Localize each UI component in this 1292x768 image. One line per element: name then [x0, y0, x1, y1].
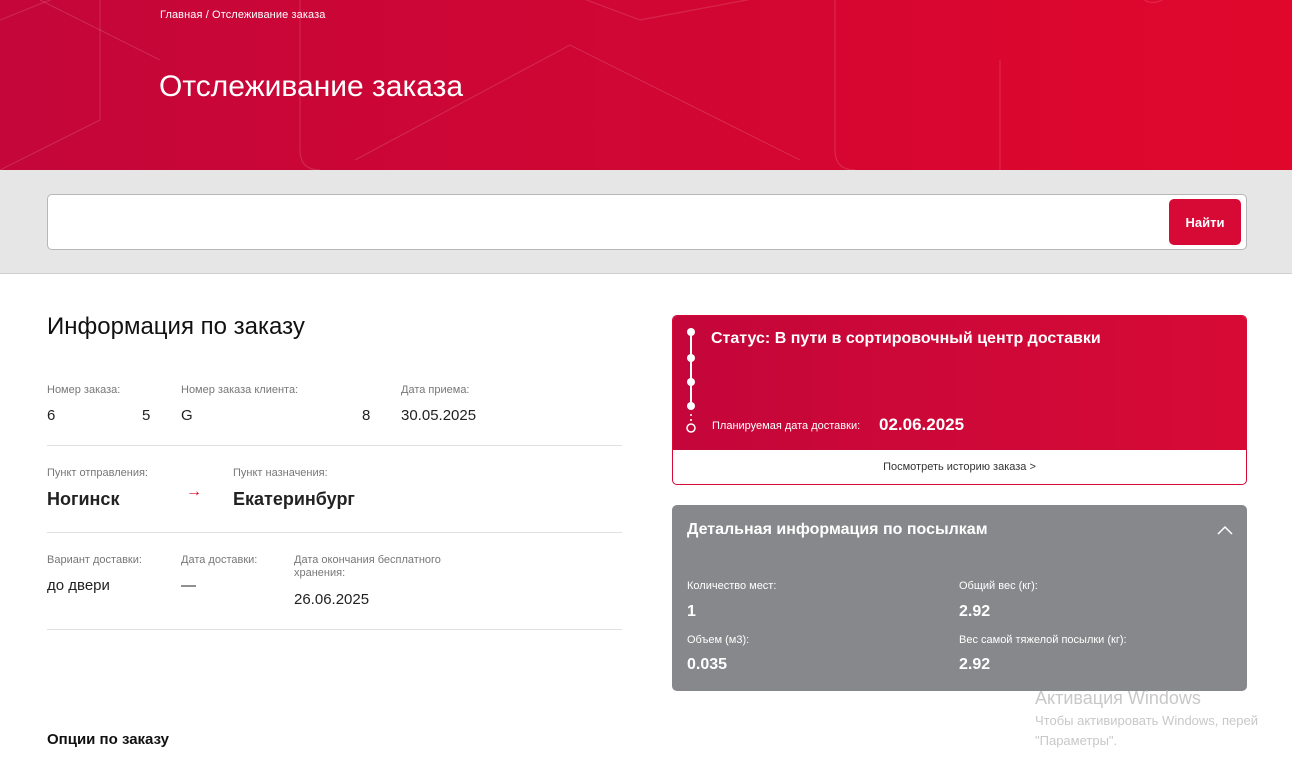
total-weight-value: 2.92	[959, 603, 991, 620]
breadcrumb[interactable]: Главная / Отслеживание заказа	[160, 9, 325, 21]
delivery-variant-value: до двери	[47, 577, 110, 594]
chevron-up-icon[interactable]	[1217, 523, 1233, 537]
status-card: Статус: В пути в сортировочный центр дос…	[672, 315, 1247, 485]
search-box: Найти	[47, 194, 1247, 250]
client-order-number-label: Номер заказа клиента:	[181, 384, 299, 396]
order-number-label: Номер заказа:	[47, 384, 121, 396]
tracking-search-input[interactable]	[58, 203, 1158, 241]
accept-date-value: 30.05.2025	[401, 407, 477, 424]
places-label: Количество мест:	[687, 580, 777, 592]
delivery-date-value: —	[181, 577, 196, 594]
windows-activation-title: Активация Windows	[1035, 688, 1201, 708]
divider	[47, 629, 622, 630]
page-title: Отслеживание заказа	[159, 70, 464, 103]
windows-activation-text: "Параметры".	[1035, 733, 1118, 748]
delivery-variant-label: Вариант доставки:	[47, 554, 142, 566]
origin-value: Ногинск	[47, 489, 120, 509]
order-info-title: Информация по заказу	[47, 313, 305, 340]
storage-end-value: 26.06.2025	[294, 591, 370, 608]
parcel-details-title[interactable]: Детальная информация по посылкам	[687, 521, 988, 539]
volume-value: 0.035	[687, 656, 728, 673]
divider	[47, 445, 622, 446]
storage-end-label-line2: хранения:	[294, 567, 346, 579]
heaviest-parcel-value: 2.92	[959, 656, 991, 673]
status-text: Статус: В пути в сортировочный центр дос…	[711, 330, 1101, 347]
find-button[interactable]: Найти	[1169, 199, 1241, 245]
order-number-value-start: 6	[47, 407, 56, 424]
windows-activation-text: Чтобы активировать Windows, перей	[1035, 713, 1259, 728]
delivery-date-label: Дата доставки:	[181, 554, 258, 566]
page-header: Главная / Отслеживание заказа Отслеживан…	[0, 0, 1292, 170]
volume-label: Объем (м3):	[687, 634, 750, 646]
accept-date-label: Дата приема:	[401, 384, 470, 396]
search-band: Найти	[0, 170, 1292, 274]
origin-label: Пункт отправления:	[47, 467, 148, 479]
heaviest-parcel-label: Вес самой тяжелой посылки (кг):	[959, 634, 1127, 646]
planned-delivery-date: 02.06.2025	[879, 415, 965, 434]
destination-value: Екатеринбург	[233, 489, 355, 509]
timeline-icon	[686, 328, 696, 433]
parcel-details-card: Детальная информация по посылкам Количес…	[672, 505, 1247, 691]
total-weight-label: Общий вес (кг):	[959, 580, 1038, 592]
client-order-number-value-end: 8	[362, 407, 371, 424]
client-order-number-value-start: G	[181, 407, 193, 424]
storage-end-label-line1: Дата окончания бесплатного	[294, 554, 441, 566]
order-history-link[interactable]: Посмотреть историю заказа >	[673, 450, 1246, 484]
places-value: 1	[687, 603, 696, 620]
status-header: Статус: В пути в сортировочный центр дос…	[673, 316, 1246, 450]
destination-label: Пункт назначения:	[233, 467, 328, 479]
planned-delivery-label: Планируемая дата доставки:	[712, 420, 861, 432]
route-arrow-icon: →	[186, 483, 202, 500]
order-options-title[interactable]: Опции по заказу	[47, 731, 169, 748]
divider	[47, 532, 622, 533]
order-number-value-end: 5	[142, 407, 151, 424]
